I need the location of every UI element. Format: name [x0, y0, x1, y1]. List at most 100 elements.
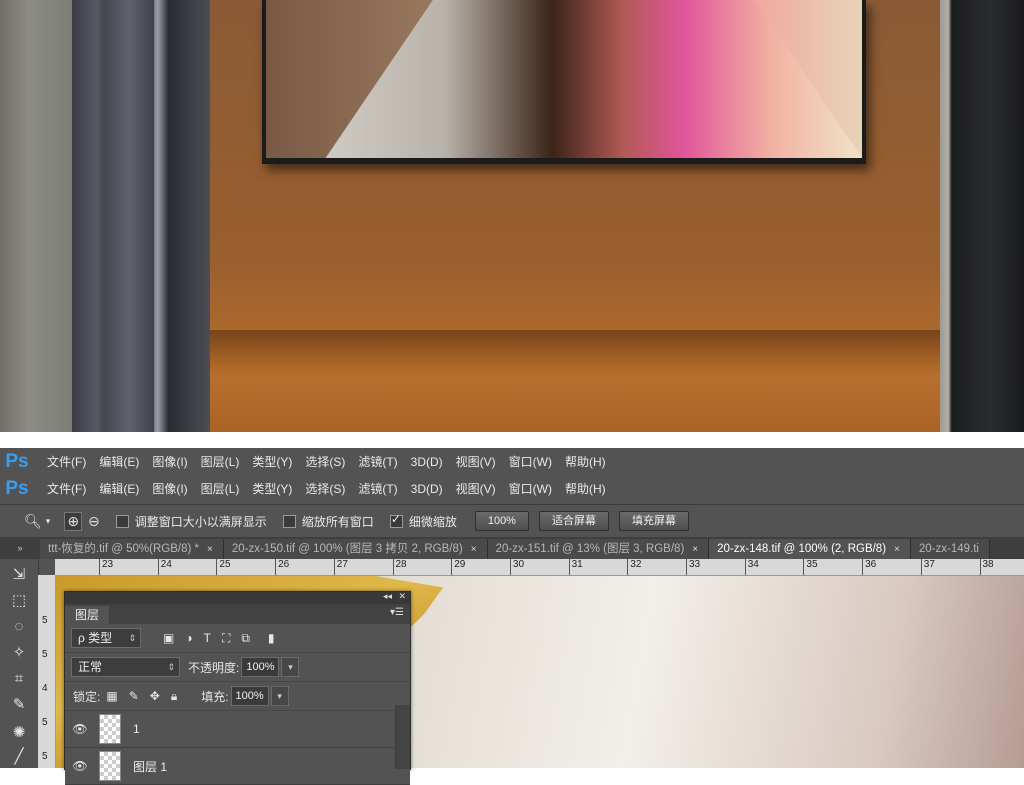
lock-label: 锁定: [73, 689, 101, 704]
lock-move-icon[interactable]: ✥ [150, 689, 160, 703]
checkbox-box[interactable] [282, 514, 296, 528]
layer-row[interactable]: 👁︎ 图层 1 [65, 748, 410, 785]
zoom-all-windows-checkbox[interactable]: 缩放所有窗口 [282, 513, 374, 530]
ruler-label: 5 [42, 615, 48, 626]
menu-type[interactable]: 类型(Y) [252, 480, 292, 497]
lock-paint-icon[interactable]: ✎ [129, 689, 139, 703]
menu-select[interactable]: 选择(S) [305, 480, 345, 497]
collapse-icon[interactable]: ◂◂ [383, 591, 392, 602]
layer-thumbnail [99, 714, 121, 744]
menu-layer[interactable]: 图层(L) [201, 453, 240, 470]
tab-layers[interactable]: 图层 [65, 606, 110, 624]
zoom-out-icon[interactable]: ⊖ [88, 513, 100, 530]
filter-smart-object-icon[interactable]: ⧉ [241, 631, 250, 646]
filter-shape-icon[interactable]: ⛶ [222, 631, 230, 646]
scrubby-zoom-checkbox[interactable]: 细微缩放 [389, 512, 457, 530]
menu-filter[interactable]: 滤镜(T) [358, 480, 397, 497]
filter-toggle-icon[interactable]: ▮ [268, 631, 275, 645]
ruler-tick [744, 559, 746, 575]
resize-windows-checkbox[interactable]: 调整窗口大小以满屏显示 [115, 513, 267, 530]
ruler-tick [275, 559, 277, 575]
lasso-tool-icon[interactable]: ◌ [9, 617, 29, 637]
brush-tool-icon[interactable]: ╱ [9, 747, 29, 767]
eye-icon[interactable]: 👁︎ [65, 722, 95, 736]
doc-tab-title: 20-zx-151.tif @ 13% (图层 3, RGB/8) [495, 543, 685, 555]
magnifier-icon[interactable]: 🔍︎ [24, 513, 42, 530]
close-icon[interactable]: × [692, 544, 698, 555]
ruler-tick [568, 559, 570, 575]
eye-icon[interactable]: 👁︎ [65, 759, 95, 773]
chevron-down-icon[interactable]: ▾ [281, 657, 300, 677]
marquee-tool-icon[interactable]: ⬚ [9, 591, 29, 611]
layers-scrollbar[interactable] [395, 705, 410, 769]
checkbox-box[interactable] [115, 514, 129, 528]
chevron-down-icon[interactable]: ▾ [270, 686, 289, 706]
filter-adjustment-icon[interactable]: ◑ [185, 631, 192, 645]
menu-help[interactable]: 帮助(H) [565, 480, 606, 497]
fit-screen-button[interactable]: 适合屏幕 [538, 511, 609, 531]
magic-wand-tool-icon[interactable]: ✧ [9, 643, 29, 663]
layers-panel-titlebar[interactable]: ◂◂ ✕ [65, 591, 410, 604]
menu-filter[interactable]: 滤镜(T) [358, 453, 397, 470]
crop-tool-icon[interactable]: ⌗ [9, 669, 29, 689]
menu-3d[interactable]: 3D(D) [411, 455, 443, 469]
doc-tab-active[interactable]: 20-zx-148.tif @ 100% (2, RGB/8) × [709, 539, 911, 559]
ruler-label: 23 [102, 559, 114, 570]
chevron-down-icon[interactable]: ▾ [46, 516, 51, 527]
menu-help[interactable]: 帮助(H) [565, 453, 606, 470]
checkbox-box[interactable] [389, 512, 403, 528]
blend-mode-value: 正常 [78, 660, 103, 674]
menu-file[interactable]: 文件(F) [47, 480, 86, 497]
menu-view[interactable]: 视图(V) [456, 480, 496, 497]
eyedropper-tool-icon[interactable]: ✎ [9, 695, 29, 715]
photo-right-wall [940, 0, 1024, 432]
collapse-panels-icon[interactable]: » [0, 543, 40, 553]
menu-image[interactable]: 图像(I) [152, 453, 187, 470]
close-icon[interactable]: × [471, 544, 477, 555]
ruler-tick [333, 559, 335, 575]
doc-tab[interactable]: 20-zx-150.tif @ 100% (图层 3 拷贝 2, RGB/8) × [223, 539, 488, 559]
ruler-label: 24 [160, 559, 172, 570]
menu-type[interactable]: 类型(Y) [252, 453, 292, 470]
fill-screen-button[interactable]: 填充屏幕 [618, 511, 689, 531]
ruler-tick [451, 559, 453, 575]
ruler-label: 33 [689, 559, 701, 570]
menu-edit[interactable]: 编辑(E) [99, 453, 139, 470]
zoom-in-icon[interactable]: ⊕ [64, 511, 83, 531]
opacity-input[interactable]: 100% [241, 657, 280, 677]
close-icon[interactable]: × [207, 544, 213, 555]
menu-select[interactable]: 选择(S) [305, 453, 345, 470]
layer-row[interactable]: 👁︎ 1 [65, 711, 410, 748]
resize-windows-label: 调整窗口大小以满屏显示 [134, 514, 267, 529]
menu-edit[interactable]: 编辑(E) [99, 480, 139, 497]
menu-image[interactable]: 图像(I) [152, 480, 187, 497]
menu-view[interactable]: 视图(V) [456, 453, 496, 470]
lock-transparent-icon[interactable]: ▦ [106, 689, 117, 703]
doc-tab[interactable]: 20-zx-151.tif @ 13% (图层 3, RGB/8) × [487, 539, 710, 559]
ruler-label: 32 [630, 559, 642, 570]
panel-menu-icon[interactable]: ▾☰ [390, 607, 404, 618]
menu-3d[interactable]: 3D(D) [411, 482, 443, 496]
move-tool-icon[interactable]: ⇲ [9, 565, 29, 585]
lock-all-icon[interactable]: 🔒︎ [171, 689, 177, 704]
filter-pixel-icon[interactable]: ▣ [163, 631, 174, 645]
ps-logo: Ps [5, 477, 29, 499]
ruler-tick [862, 559, 864, 575]
menu-layer[interactable]: 图层(L) [201, 480, 240, 497]
menu-window[interactable]: 窗口(W) [509, 453, 552, 470]
ruler-tick [979, 559, 981, 575]
menu-window[interactable]: 窗口(W) [509, 480, 552, 497]
close-icon[interactable]: ✕ [398, 591, 406, 602]
layer-filter-select[interactable]: ρ 类型 ⇕ [71, 628, 141, 648]
blend-mode-select[interactable]: 正常 ⇕ [71, 657, 180, 677]
close-icon[interactable]: × [894, 544, 900, 555]
doc-tab[interactable]: 20-zx-149.ti [910, 539, 990, 559]
fill-input[interactable]: 100% [230, 686, 269, 706]
menu-file[interactable]: 文件(F) [47, 453, 86, 470]
layers-panel-tabs: 图层 ▾☰ [65, 604, 410, 624]
doc-tab[interactable]: ttt-恢复的.tif @ 50%(RGB/8) * × [40, 539, 224, 559]
photo-preview [0, 0, 1024, 432]
zoom-100-button[interactable]: 100% [474, 511, 529, 531]
filter-type-icon[interactable]: T [204, 631, 211, 645]
healing-brush-tool-icon[interactable]: ✺ [9, 723, 29, 743]
